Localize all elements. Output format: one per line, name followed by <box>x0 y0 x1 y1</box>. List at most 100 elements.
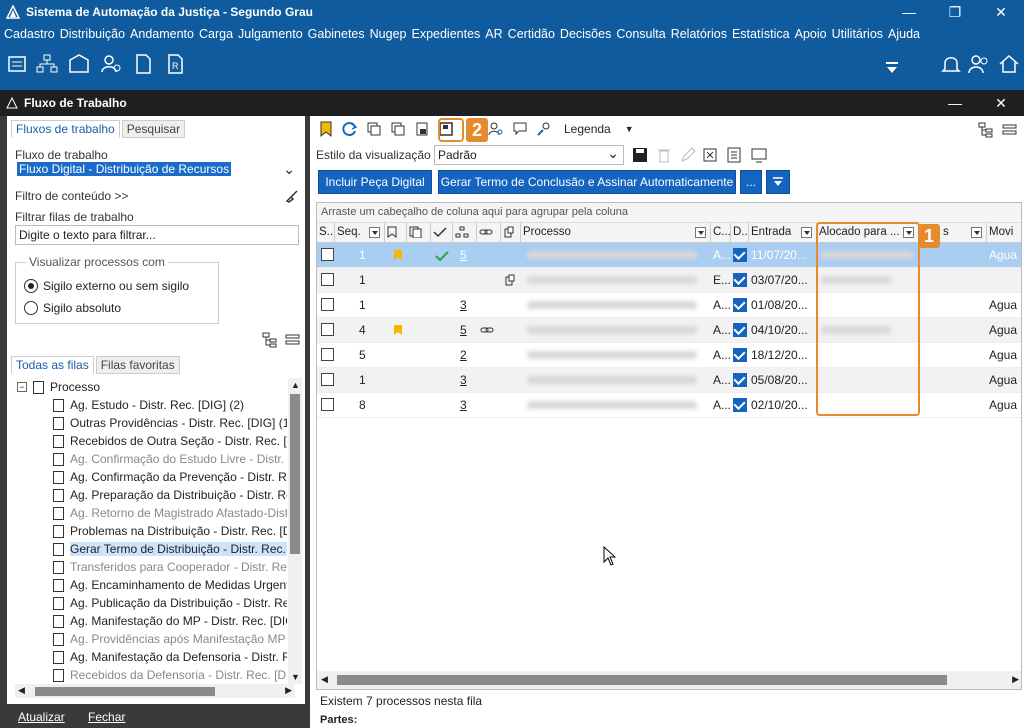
tab-all-queues[interactable]: Todas as filas <box>11 356 94 374</box>
menu-item[interactable]: Distribuição <box>60 27 125 41</box>
filter-icon[interactable] <box>695 227 706 238</box>
restore-button[interactable]: ❐ <box>932 0 978 24</box>
scroll-up-icon[interactable]: ▲ <box>291 380 300 390</box>
bell-icon[interactable] <box>940 52 962 76</box>
close-window-button[interactable]: ✕ <box>978 0 1024 24</box>
tab-workflows[interactable]: Fluxos de trabalho <box>11 120 120 138</box>
screen-icon[interactable] <box>750 147 768 163</box>
cell-count-link[interactable]: 5 <box>460 248 467 262</box>
queue-item[interactable]: Outras Providências - Distr. Rec. [DIG] … <box>53 414 287 432</box>
col-c[interactable]: C... <box>711 223 731 243</box>
grid-hscroll-thumb[interactable] <box>337 675 947 685</box>
queue-item[interactable]: Transferidos para Cooperador - Distr. Re… <box>53 558 287 576</box>
scroll-right-icon[interactable]: ▶ <box>1012 674 1019 685</box>
menu-item[interactable]: Julgamento <box>238 27 303 41</box>
queue-item[interactable]: Gerar Termo de Distribuição - Distr. Rec… <box>53 540 287 558</box>
eraser-icon[interactable] <box>285 189 299 203</box>
menu-item[interactable]: Nugep <box>370 27 407 41</box>
scroll-left-icon[interactable]: ◀ <box>18 685 25 696</box>
tab-search[interactable]: Pesquisar <box>121 120 186 138</box>
checked-box-icon[interactable] <box>733 248 747 262</box>
menu-item[interactable]: Estatística <box>732 27 790 41</box>
queue-item[interactable]: Ag. Encaminhamento de Medidas Urgente <box>53 576 287 594</box>
row-checkbox[interactable] <box>321 398 334 411</box>
row-checkbox[interactable] <box>321 323 334 336</box>
hierarchy-icon[interactable] <box>36 52 58 76</box>
queue-item[interactable]: Problemas na Distribuição - Distr. Rec. … <box>53 522 287 540</box>
menu-item[interactable]: Utilitários <box>832 27 883 41</box>
tree-scroll-thumb[interactable] <box>290 394 300 554</box>
minimize-button[interactable]: — <box>886 0 932 24</box>
menu-item[interactable]: Decisões <box>560 27 611 41</box>
document-lock-icon[interactable] <box>414 121 430 137</box>
queue-item[interactable]: Ag. Providências após Manifestação MP Di <box>53 630 287 648</box>
col-d[interactable]: D... <box>731 223 749 243</box>
scroll-left-icon[interactable]: ◀ <box>321 674 328 685</box>
queue-item[interactable]: Ag. Estudo - Distr. Rec. [DIG] (2) <box>53 396 244 414</box>
copy-icon[interactable] <box>366 121 382 137</box>
legend-dropdown[interactable]: Legenda <box>564 122 611 136</box>
filter-queues-input[interactable]: Digite o texto para filtrar... <box>15 225 299 245</box>
menu-item[interactable]: Cadastro <box>4 27 55 41</box>
tree-root[interactable]: − Processo <box>17 378 100 396</box>
menu-item[interactable]: Andamento <box>130 27 194 41</box>
refresh-icon[interactable] <box>342 121 358 137</box>
cell-count-link[interactable]: 5 <box>460 323 467 337</box>
col-mov[interactable]: Movi <box>987 223 1021 243</box>
generate-conclusion-term-button[interactable]: Gerar Termo de Conclusão e Assinar Autom… <box>438 170 736 194</box>
row-checkbox[interactable] <box>321 248 334 261</box>
checked-box-icon[interactable] <box>733 373 747 387</box>
user-search-icon[interactable] <box>488 121 504 137</box>
filter-icon[interactable] <box>369 227 380 238</box>
checked-box-icon[interactable] <box>733 323 747 337</box>
menu-item[interactable]: Relatórios <box>671 27 727 41</box>
dropdown-arrow-icon[interactable] <box>884 56 900 80</box>
queue-item[interactable]: Recebidos de Outra Seção - Distr. Rec. [… <box>53 432 287 450</box>
radio-absolute-secrecy[interactable]: Sigilo absoluto <box>24 301 121 315</box>
document-r-icon[interactable]: R <box>164 52 186 76</box>
home-icon[interactable] <box>998 52 1020 76</box>
col-check[interactable] <box>431 223 453 243</box>
edit-icon[interactable] <box>680 147 696 163</box>
user-settings-icon[interactable] <box>100 52 122 76</box>
panel-minimize-button[interactable]: — <box>932 90 978 116</box>
users-icon[interactable] <box>968 52 990 76</box>
more-actions-button[interactable]: ... <box>740 170 762 194</box>
comment-icon[interactable] <box>512 121 528 137</box>
queue-item[interactable]: Ag. Publicação da Distribuição - Distr. … <box>53 594 287 612</box>
grid-expand-icon[interactable] <box>978 122 994 138</box>
close-button[interactable]: Fechar <box>88 710 125 724</box>
checked-box-icon[interactable] <box>733 273 747 287</box>
panel-close-button[interactable]: ✕ <box>978 90 1024 116</box>
scroll-right-icon[interactable]: ▶ <box>285 685 292 696</box>
menu-item[interactable]: Ajuda <box>888 27 920 41</box>
col-hierarchy[interactable] <box>453 223 477 243</box>
scroll-down-icon[interactable]: ▼ <box>291 672 300 682</box>
checked-box-icon[interactable] <box>733 348 747 362</box>
trash-icon[interactable] <box>656 147 672 163</box>
row-checkbox[interactable] <box>321 298 334 311</box>
flow-select[interactable]: Fluxo Digital - Distribuição de Recursos… <box>15 161 299 181</box>
menu-item[interactable]: Gabinetes <box>308 27 365 41</box>
document-lock-icon[interactable] <box>132 52 154 76</box>
menu-item[interactable]: Carga <box>199 27 233 41</box>
row-checkbox[interactable] <box>321 348 334 361</box>
cell-count-link[interactable]: 3 <box>460 373 467 387</box>
tab-favorite-queues[interactable]: Filas favoritas <box>95 356 180 374</box>
include-digital-piece-button[interactable]: Incluir Peça Digital <box>318 170 432 194</box>
cell-count-link[interactable]: 3 <box>460 398 467 412</box>
menu-item[interactable]: AR <box>485 27 502 41</box>
excel-export-icon[interactable] <box>702 147 718 163</box>
list-icon[interactable] <box>726 147 742 163</box>
checked-box-icon[interactable] <box>733 398 747 412</box>
grid-collapse-icon[interactable] <box>1002 122 1018 138</box>
queue-item[interactable]: Ag. Manifestação da Defensoria - Distr. … <box>53 648 287 666</box>
dropdown-actions-button[interactable] <box>766 170 790 194</box>
printer-icon[interactable] <box>6 52 28 76</box>
menu-item[interactable]: Apoio <box>795 27 827 41</box>
col-link[interactable] <box>477 223 501 243</box>
col-entry[interactable]: Entrada <box>749 223 817 243</box>
row-checkbox[interactable] <box>321 373 334 386</box>
user-arrow-icon[interactable] <box>536 121 552 137</box>
tree-expand-icon[interactable] <box>262 332 278 348</box>
